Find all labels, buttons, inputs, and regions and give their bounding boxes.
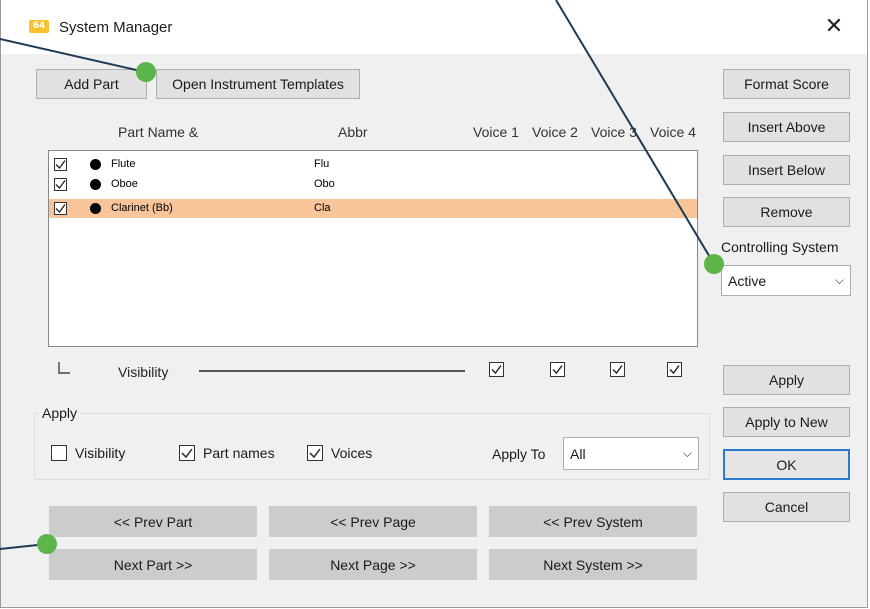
prev-page-button[interactable]: << Prev Page	[269, 506, 477, 537]
list-item[interactable]: Oboe Obo	[49, 176, 697, 193]
chevron-down-icon: ⌵	[834, 273, 844, 287]
part-abbr: Obo	[314, 178, 335, 190]
col-abbr: Abbr	[338, 124, 368, 140]
insert-above-button[interactable]: Insert Above	[723, 112, 850, 142]
apply-to-label: Apply To	[492, 446, 546, 462]
visibility-divider	[199, 370, 465, 372]
cancel-button[interactable]: Cancel	[723, 492, 850, 522]
next-part-button[interactable]: Next Part >>	[49, 549, 257, 580]
col-voice-1: Voice 1	[473, 124, 519, 140]
parts-list[interactable]: Flute Flu Oboe Obo Clarinet (Bb) Cla	[48, 150, 698, 347]
remove-button[interactable]: Remove	[723, 197, 850, 227]
chevron-down-icon: ⌵	[682, 446, 692, 460]
part-dot-icon	[90, 203, 101, 214]
tree-corner-icon	[58, 362, 70, 374]
list-item-selected[interactable]: Clarinet (Bb) Cla	[49, 199, 697, 218]
ok-button[interactable]: OK	[723, 449, 850, 480]
next-page-button[interactable]: Next Page >>	[269, 549, 477, 580]
system-manager-dialog: 64 System Manager ✕ Add Part Open Instru…	[0, 0, 868, 608]
open-instrument-templates-button[interactable]: Open Instrument Templates	[156, 69, 360, 99]
apply-button[interactable]: Apply	[723, 365, 850, 395]
prev-system-button[interactable]: << Prev System	[489, 506, 697, 537]
voice4-visibility-checkbox[interactable]	[667, 362, 682, 377]
part-dot-icon	[90, 159, 101, 170]
part-abbr: Flu	[314, 158, 330, 170]
title-bar: 64 System Manager ✕	[1, 0, 867, 54]
voice3-visibility-checkbox[interactable]	[610, 362, 625, 377]
part-dot-icon	[90, 179, 101, 190]
insert-below-button[interactable]: Insert Below	[723, 155, 850, 185]
app-icon: 64	[29, 20, 49, 33]
voice1-visibility-checkbox[interactable]	[489, 362, 504, 377]
apply-voices-label: Voices	[331, 445, 373, 461]
voice2-visibility-checkbox[interactable]	[550, 362, 565, 377]
format-score-button[interactable]: Format Score	[723, 69, 850, 99]
col-voice-3: Voice 3	[591, 124, 637, 140]
apply-voices-checkbox[interactable]	[307, 445, 323, 461]
list-item[interactable]: Flute Flu	[49, 156, 697, 173]
part-name: Flute	[111, 158, 136, 170]
controlling-system-label: Controlling System	[721, 239, 839, 255]
apply-visibility-label: Visibility	[75, 445, 126, 461]
apply-to-select[interactable]: All ⌵	[563, 437, 699, 470]
visibility-label: Visibility	[118, 364, 169, 380]
controlling-system-value: Active	[728, 273, 767, 289]
apply-visibility-checkbox[interactable]	[51, 445, 67, 461]
controlling-system-select[interactable]: Active ⌵	[721, 265, 851, 296]
apply-to-value: All	[570, 446, 586, 462]
apply-to-new-button[interactable]: Apply to New	[723, 407, 850, 437]
part-visible-checkbox[interactable]	[54, 202, 67, 215]
col-voice-2: Voice 2	[532, 124, 578, 140]
add-part-button[interactable]: Add Part	[36, 69, 147, 99]
apply-group-label: Apply	[39, 405, 81, 421]
part-name: Oboe	[111, 178, 138, 190]
col-part-name: Part Name &	[118, 124, 199, 140]
window-title: System Manager	[59, 19, 173, 36]
next-system-button[interactable]: Next System >>	[489, 549, 697, 580]
apply-part-names-checkbox[interactable]	[179, 445, 195, 461]
part-name: Clarinet (Bb)	[111, 202, 173, 214]
part-visible-checkbox[interactable]	[54, 158, 67, 171]
col-voice-4: Voice 4	[650, 124, 696, 140]
part-visible-checkbox[interactable]	[54, 178, 67, 191]
apply-part-names-label: Part names	[203, 445, 275, 461]
close-icon[interactable]: ✕	[819, 12, 849, 42]
part-abbr: Cla	[314, 202, 331, 214]
prev-part-button[interactable]: << Prev Part	[49, 506, 257, 537]
